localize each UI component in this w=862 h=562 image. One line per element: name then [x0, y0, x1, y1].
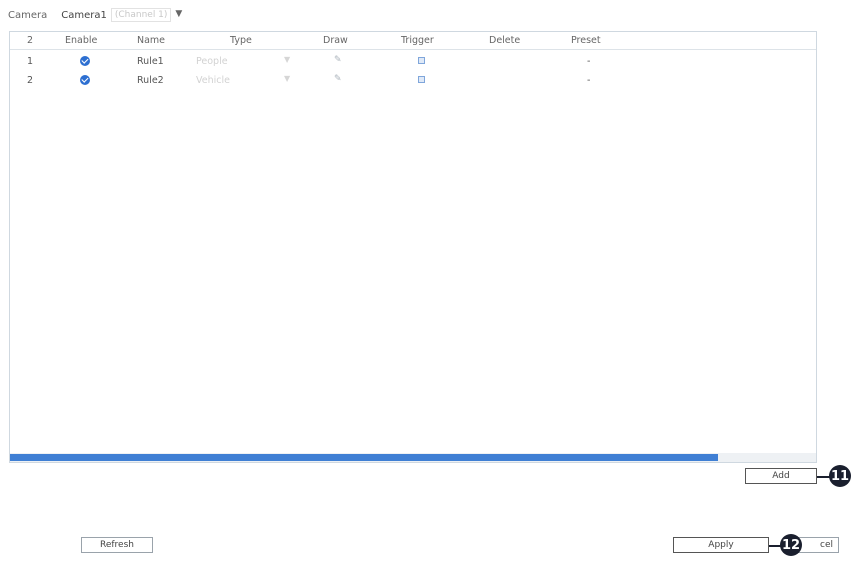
- row-preset: -: [587, 75, 591, 86]
- type-select[interactable]: People: [196, 56, 228, 67]
- header-type: Type: [230, 35, 252, 46]
- enable-checkbox[interactable]: [80, 56, 90, 66]
- camera-select[interactable]: Camera1 (Channel 1) ▼: [61, 8, 182, 22]
- header-name: Name: [137, 35, 166, 46]
- rules-table: 2 Enable Name Type Draw Trigger Delete P…: [9, 31, 817, 463]
- row-name: Rule2: [137, 75, 164, 86]
- chevron-down-icon: ▼: [284, 55, 291, 64]
- callout-badge-apply: 12: [780, 534, 802, 556]
- camera-toolbar: Camera Camera1 (Channel 1) ▼: [8, 7, 182, 23]
- table-header: 2 Enable Name Type Draw Trigger Delete P…: [10, 32, 816, 50]
- trigger-settings-icon[interactable]: [418, 57, 425, 64]
- header-trigger: Trigger: [401, 35, 434, 46]
- type-select[interactable]: Vehicle: [196, 75, 230, 86]
- table-row: 1 Rule1 People ▼ ✎ -: [10, 53, 816, 71]
- camera-channel-hint: (Channel 1): [110, 8, 172, 22]
- callout-badge-add: 11: [829, 465, 851, 487]
- scrollbar-thumb[interactable]: [10, 454, 718, 461]
- header-count: 2: [27, 35, 34, 46]
- row-name: Rule1: [137, 56, 164, 67]
- row-index: 1: [27, 56, 34, 67]
- enable-checkbox[interactable]: [80, 75, 90, 85]
- refresh-button[interactable]: Refresh: [81, 537, 153, 553]
- header-preset: Preset: [571, 35, 601, 46]
- row-index: 2: [27, 75, 34, 86]
- apply-button[interactable]: Apply: [673, 537, 769, 553]
- chevron-down-icon: ▼: [284, 74, 291, 83]
- chevron-down-icon: ▼: [175, 9, 183, 19]
- camera-select-value: Camera1: [61, 9, 107, 21]
- pencil-icon[interactable]: ✎: [334, 55, 342, 65]
- pencil-icon[interactable]: ✎: [334, 74, 342, 84]
- header-draw: Draw: [323, 35, 348, 46]
- table-row: 2 Rule2 Vehicle ▼ ✎ -: [10, 72, 816, 90]
- horizontal-scrollbar[interactable]: [10, 453, 816, 462]
- header-delete: Delete: [489, 35, 521, 46]
- trigger-settings-icon[interactable]: [418, 76, 425, 83]
- camera-label: Camera: [8, 9, 48, 21]
- add-button[interactable]: Add: [745, 468, 817, 484]
- row-preset: -: [587, 56, 591, 67]
- header-enable: Enable: [65, 35, 98, 46]
